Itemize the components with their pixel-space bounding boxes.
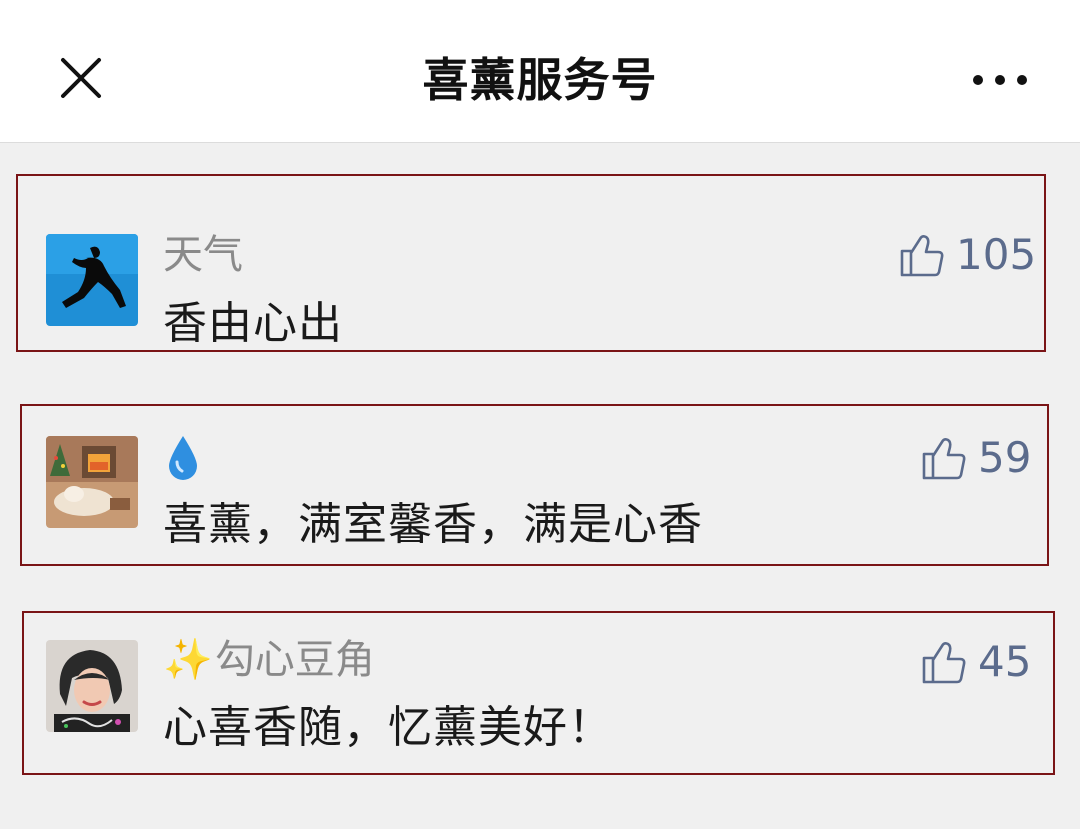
thumbs-up-icon	[922, 438, 966, 480]
droplet-emoji-icon	[163, 432, 203, 482]
comment-username[interactable]: 天气	[163, 230, 243, 280]
comment-text: 香由心出	[163, 298, 343, 349]
like-button[interactable]: 45	[920, 637, 1031, 687]
more-options-button[interactable]	[968, 64, 1032, 96]
comment-username-text: 勾心豆角	[214, 637, 375, 683]
avatar[interactable]	[46, 436, 138, 528]
comment-username[interactable]	[163, 432, 203, 482]
avatar[interactable]	[46, 640, 138, 732]
thumbs-up-icon	[922, 642, 966, 684]
more-icon	[973, 75, 1027, 85]
comment-text: 喜薰，满室馨香，满是心香	[163, 499, 703, 550]
woman-portrait-avatar	[46, 640, 138, 732]
like-count: 59	[978, 433, 1032, 482]
like-count: 105	[956, 230, 1037, 279]
comment-text: 心喜香随，忆薰美好！	[163, 702, 613, 753]
like-button[interactable]: 105	[898, 230, 1036, 280]
comment-username[interactable]: ✨勾心豆角	[163, 635, 375, 685]
sparkles-emoji-icon: ✨	[163, 637, 213, 683]
like-button[interactable]: 59	[920, 433, 1031, 483]
silhouette-jump-avatar	[46, 234, 138, 326]
page-title: 喜薰服务号	[422, 53, 658, 107]
top-nav-bar: 喜薰服务号	[0, 0, 1080, 143]
cozy-room-avatar	[46, 436, 138, 528]
like-count: 45	[978, 637, 1032, 686]
thumbs-up-icon	[900, 235, 944, 277]
avatar[interactable]	[46, 234, 138, 326]
